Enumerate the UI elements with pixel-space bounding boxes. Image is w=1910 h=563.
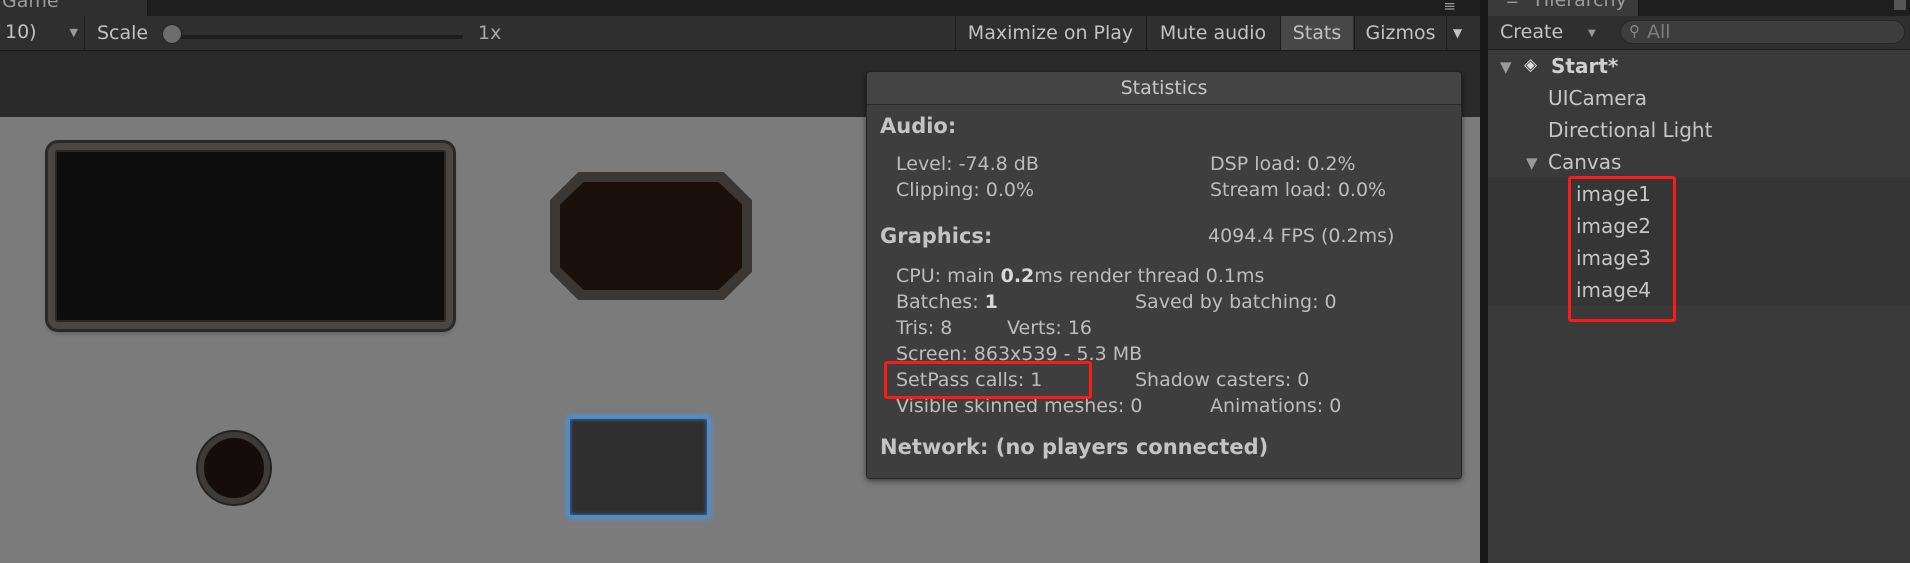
chevron-down-icon: ▼ <box>69 26 78 39</box>
stream-load: Stream load: 0.0% <box>1210 179 1387 201</box>
audio-level: Level: -74.8 dB <box>896 153 1039 175</box>
image1-sprite <box>48 143 453 329</box>
scene-name: Start* <box>1551 54 1619 78</box>
hierarchy-item-uicamera[interactable]: UICamera <box>1488 84 1910 115</box>
scale-value: 1x <box>478 22 502 44</box>
hierarchy-tab[interactable]: ☰ Hierarchy <box>1488 0 1639 16</box>
hierarchy-item-label: Directional Light <box>1548 118 1713 142</box>
hierarchy-panel: ☰ Hierarchy Create ▼ ⚲ ▼ ◈ Start* UICame… <box>1488 0 1910 563</box>
hierarchy-item-image2[interactable]: image2 <box>1488 212 1910 243</box>
gizmos-button[interactable]: Gizmos <box>1354 16 1446 50</box>
batches: Batches: 1 <box>896 291 998 313</box>
cpu-main-value: 0.2 <box>1000 265 1035 287</box>
scale-label: Scale <box>97 22 149 44</box>
stats-button[interactable]: Stats <box>1280 16 1353 50</box>
cpu-time: CPU: main 0.2ms render thread 0.1ms <box>896 265 1264 287</box>
gizmos-dropdown-icon[interactable]: ▼ <box>1446 16 1468 50</box>
scene-row[interactable]: ▼ ◈ Start* <box>1488 52 1910 83</box>
cpu-prefix: CPU: main <box>896 265 1001 287</box>
statistics-panel: Statistics Audio: Level: -74.8 dB DSP lo… <box>866 71 1462 479</box>
hierarchy-item-image3[interactable]: image3 <box>1488 244 1910 275</box>
game-tab-label: Game <box>2 0 59 12</box>
hierarchy-item-image4[interactable]: image4 <box>1488 276 1910 307</box>
panel-menu-icon[interactable]: ≡ <box>1443 0 1456 15</box>
aspect-ratio-dropdown[interactable]: 10) ▼ <box>0 16 85 50</box>
shadow-casters: Shadow casters: 0 <box>1135 369 1310 391</box>
hierarchy-item-canvas[interactable]: ▼ Canvas <box>1488 148 1910 179</box>
fps-readout: 4094.4 FPS (0.2ms) <box>1208 225 1395 247</box>
panel-options-icon[interactable] <box>1894 0 1906 10</box>
panel-divider[interactable] <box>1480 0 1488 563</box>
unity-scene-icon: ◈ <box>1524 55 1538 75</box>
hierarchy-item-label: UICamera <box>1548 86 1648 110</box>
maximize-on-play-button[interactable]: Maximize on Play <box>955 16 1145 50</box>
batches-prefix: Batches: <box>896 291 985 313</box>
create-button[interactable]: Create <box>1500 21 1563 43</box>
setpass-highlight-box <box>884 361 1092 399</box>
verts: Verts: 16 <box>1007 317 1092 339</box>
hierarchy-tab-label: Hierarchy <box>1535 0 1627 11</box>
hierarchy-tab-bar: ☰ Hierarchy <box>1488 0 1910 16</box>
batches-value: 1 <box>984 291 998 313</box>
scale-slider-handle[interactable] <box>162 24 182 44</box>
game-tab[interactable]: Game <box>0 0 148 16</box>
network-status: Network: (no players connected) <box>880 435 1269 459</box>
statistics-title: Statistics <box>867 72 1461 105</box>
audio-header: Audio: <box>880 114 957 138</box>
search-icon: ⚲ <box>1629 22 1640 40</box>
graphics-header: Graphics: <box>880 224 993 248</box>
clipping: Clipping: 0.0% <box>896 179 1035 201</box>
game-toolbar: 10) ▼ Scale 1x Maximize on Play Mute aud… <box>0 16 1480 51</box>
hierarchy-item-label: Canvas <box>1548 150 1622 174</box>
mute-audio-button[interactable]: Mute audio <box>1146 16 1279 50</box>
saved-by-batching: Saved by batching: 0 <box>1135 291 1337 313</box>
images-highlight-box <box>1568 176 1676 322</box>
hierarchy-item-image1[interactable]: image1 <box>1488 180 1910 211</box>
hierarchy-item-directional-light[interactable]: Directional Light <box>1488 116 1910 147</box>
image4-sprite <box>568 417 709 517</box>
image2-sprite <box>560 182 742 290</box>
aspect-ratio-label: 10) <box>5 21 37 43</box>
expand-arrow-icon[interactable]: ▼ <box>1500 58 1512 76</box>
game-tab-bar: Game ≡ <box>0 0 1480 16</box>
cpu-suffix: ms render thread 0.1ms <box>1034 265 1265 287</box>
hierarchy-list-icon: ☰ <box>1506 0 1519 7</box>
hierarchy-toolbar: Create ▼ ⚲ <box>1488 16 1910 50</box>
animations: Animations: 0 <box>1210 395 1342 417</box>
hierarchy-search[interactable]: ⚲ <box>1620 20 1905 44</box>
game-panel: Game ≡ 10) ▼ Scale 1x Maximize on Play M… <box>0 0 1480 563</box>
search-input[interactable] <box>1647 21 1887 43</box>
expand-arrow-icon[interactable]: ▼ <box>1526 154 1538 172</box>
image3-sprite <box>198 432 270 504</box>
scale-slider-track[interactable] <box>170 35 463 39</box>
chevron-down-icon: ▼ <box>1588 28 1596 39</box>
tris: Tris: 8 <box>896 317 953 339</box>
dsp-load: DSP load: 0.2% <box>1210 153 1356 175</box>
